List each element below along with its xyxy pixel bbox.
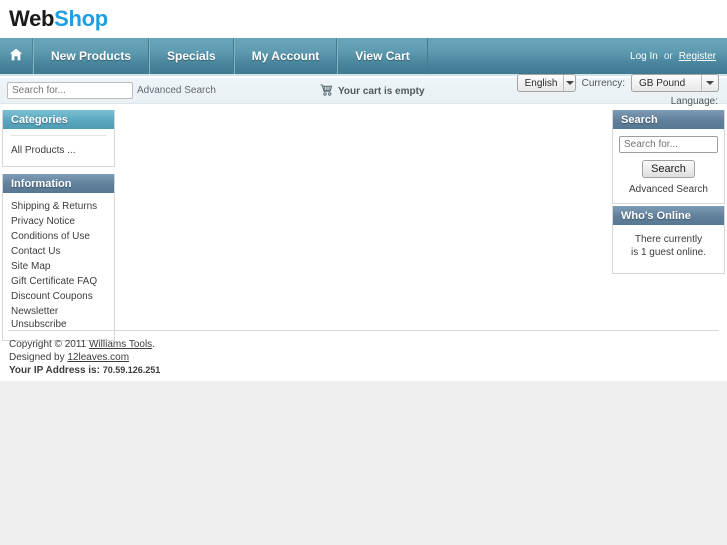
footer-copyright-link[interactable]: Williams Tools bbox=[89, 339, 152, 350]
nav-item-home[interactable] bbox=[0, 38, 33, 74]
home-icon bbox=[9, 48, 23, 64]
quick-search-input[interactable] bbox=[8, 83, 132, 98]
search-box-title: Search bbox=[613, 110, 724, 129]
footer-copyright-line: Copyright © 2011 Williams Tools. bbox=[9, 338, 160, 351]
footer-copyright-prefix: Copyright © 2011 bbox=[9, 339, 87, 350]
language-select-value: English bbox=[524, 77, 558, 89]
currency-select-arrow bbox=[701, 75, 718, 91]
language-label: Language: bbox=[670, 96, 718, 107]
site-footer: Copyright © 2011 Williams Tools. Designe… bbox=[9, 338, 160, 377]
whos-online-box-title: Who's Online bbox=[613, 206, 724, 225]
page-root: WebShop New Products Specials My Account… bbox=[0, 0, 727, 545]
cart-status-text: Your cart is empty bbox=[338, 86, 425, 97]
shopping-cart-icon bbox=[320, 84, 333, 99]
categories-box-title: Categories bbox=[3, 110, 114, 129]
footer-divider bbox=[8, 330, 719, 331]
search-button-row: Search bbox=[619, 160, 718, 178]
footer-designed-prefix: Designed by bbox=[9, 352, 65, 363]
main-navigation: New Products Specials My Account View Ca… bbox=[0, 38, 727, 76]
info-link-gift-certificate-faq[interactable]: Gift Certificate FAQ bbox=[3, 274, 114, 289]
info-link-contact-us[interactable]: Contact Us bbox=[3, 244, 114, 259]
category-link-all-products[interactable]: All Products ... bbox=[3, 143, 114, 158]
footer-designed-link[interactable]: 12leaves.com bbox=[67, 352, 129, 363]
whos-online-line-1: There currently bbox=[634, 234, 703, 245]
login-link[interactable]: Log In bbox=[630, 51, 658, 62]
nav-item-view-cart[interactable]: View Cart bbox=[337, 38, 428, 74]
currency-label: Currency: bbox=[581, 77, 625, 89]
language-select[interactable]: English bbox=[516, 74, 576, 92]
currency-select[interactable]: GB Pound bbox=[631, 74, 719, 92]
search-submit-button[interactable]: Search bbox=[642, 160, 695, 178]
categories-divider bbox=[11, 135, 106, 136]
currency-select-value: GB Pound bbox=[639, 77, 686, 89]
info-link-newsletter-unsubscribe[interactable]: Newsletter Unsubscribe bbox=[3, 304, 114, 332]
search-box-body: Search Advanced Search bbox=[613, 129, 724, 203]
whos-online-line-2: is 1 guest online. bbox=[630, 247, 707, 258]
information-box: Information Shipping & Returns Privacy N… bbox=[2, 174, 115, 341]
footer-ip-label: Your IP Address is: bbox=[9, 365, 100, 376]
nav-item-new-products[interactable]: New Products bbox=[33, 38, 150, 74]
quick-search-group bbox=[7, 82, 133, 99]
info-link-site-map[interactable]: Site Map bbox=[3, 259, 114, 274]
register-link[interactable]: Register bbox=[679, 51, 716, 62]
categories-box-body: All Products ... bbox=[3, 129, 114, 166]
chevron-down-icon bbox=[565, 81, 574, 85]
search-box-input[interactable] bbox=[619, 136, 718, 153]
page-bottom-background bbox=[0, 381, 727, 545]
information-box-title: Information bbox=[3, 174, 114, 193]
categories-box: Categories All Products ... bbox=[2, 110, 115, 167]
search-box: Search Search Advanced Search bbox=[612, 110, 725, 204]
locale-selectors: English Currency: GB Pound bbox=[516, 74, 719, 92]
auth-separator: or bbox=[663, 50, 673, 62]
chevron-down-icon bbox=[706, 81, 714, 85]
nav-item-my-account[interactable]: My Account bbox=[233, 38, 338, 74]
toolbar-advanced-search-link[interactable]: Advanced Search bbox=[137, 85, 216, 96]
site-logo[interactable]: WebShop bbox=[9, 7, 108, 31]
language-select-arrow bbox=[563, 75, 574, 91]
footer-ip-value: 70.59.126.251 bbox=[102, 365, 161, 375]
logo-text-secondary: Shop bbox=[54, 6, 108, 31]
info-link-shipping-returns[interactable]: Shipping & Returns bbox=[3, 199, 114, 214]
information-box-body: Shipping & Returns Privacy Notice Condit… bbox=[3, 193, 114, 340]
footer-ip-line: Your IP Address is: 70.59.126.251 bbox=[9, 364, 160, 377]
cart-status-group[interactable]: Your cart is empty bbox=[320, 84, 425, 99]
site-header: WebShop bbox=[0, 0, 727, 38]
nav-item-specials[interactable]: Specials bbox=[149, 38, 234, 74]
search-box-advanced-link[interactable]: Advanced Search bbox=[619, 184, 718, 195]
logo-text-primary: Web bbox=[9, 6, 55, 31]
nav-auth-group: Log In or Register bbox=[630, 38, 727, 74]
footer-copyright-suffix: . bbox=[152, 339, 155, 350]
info-link-conditions-of-use[interactable]: Conditions of Use bbox=[3, 229, 114, 244]
whos-online-box-body: There currently is 1 guest online. bbox=[613, 225, 724, 273]
info-link-discount-coupons[interactable]: Discount Coupons bbox=[3, 289, 114, 304]
footer-designed-line: Designed by 12leaves.com bbox=[9, 351, 160, 364]
info-link-privacy-notice[interactable]: Privacy Notice bbox=[3, 214, 114, 229]
whos-online-box: Who's Online There currently is 1 guest … bbox=[612, 206, 725, 274]
